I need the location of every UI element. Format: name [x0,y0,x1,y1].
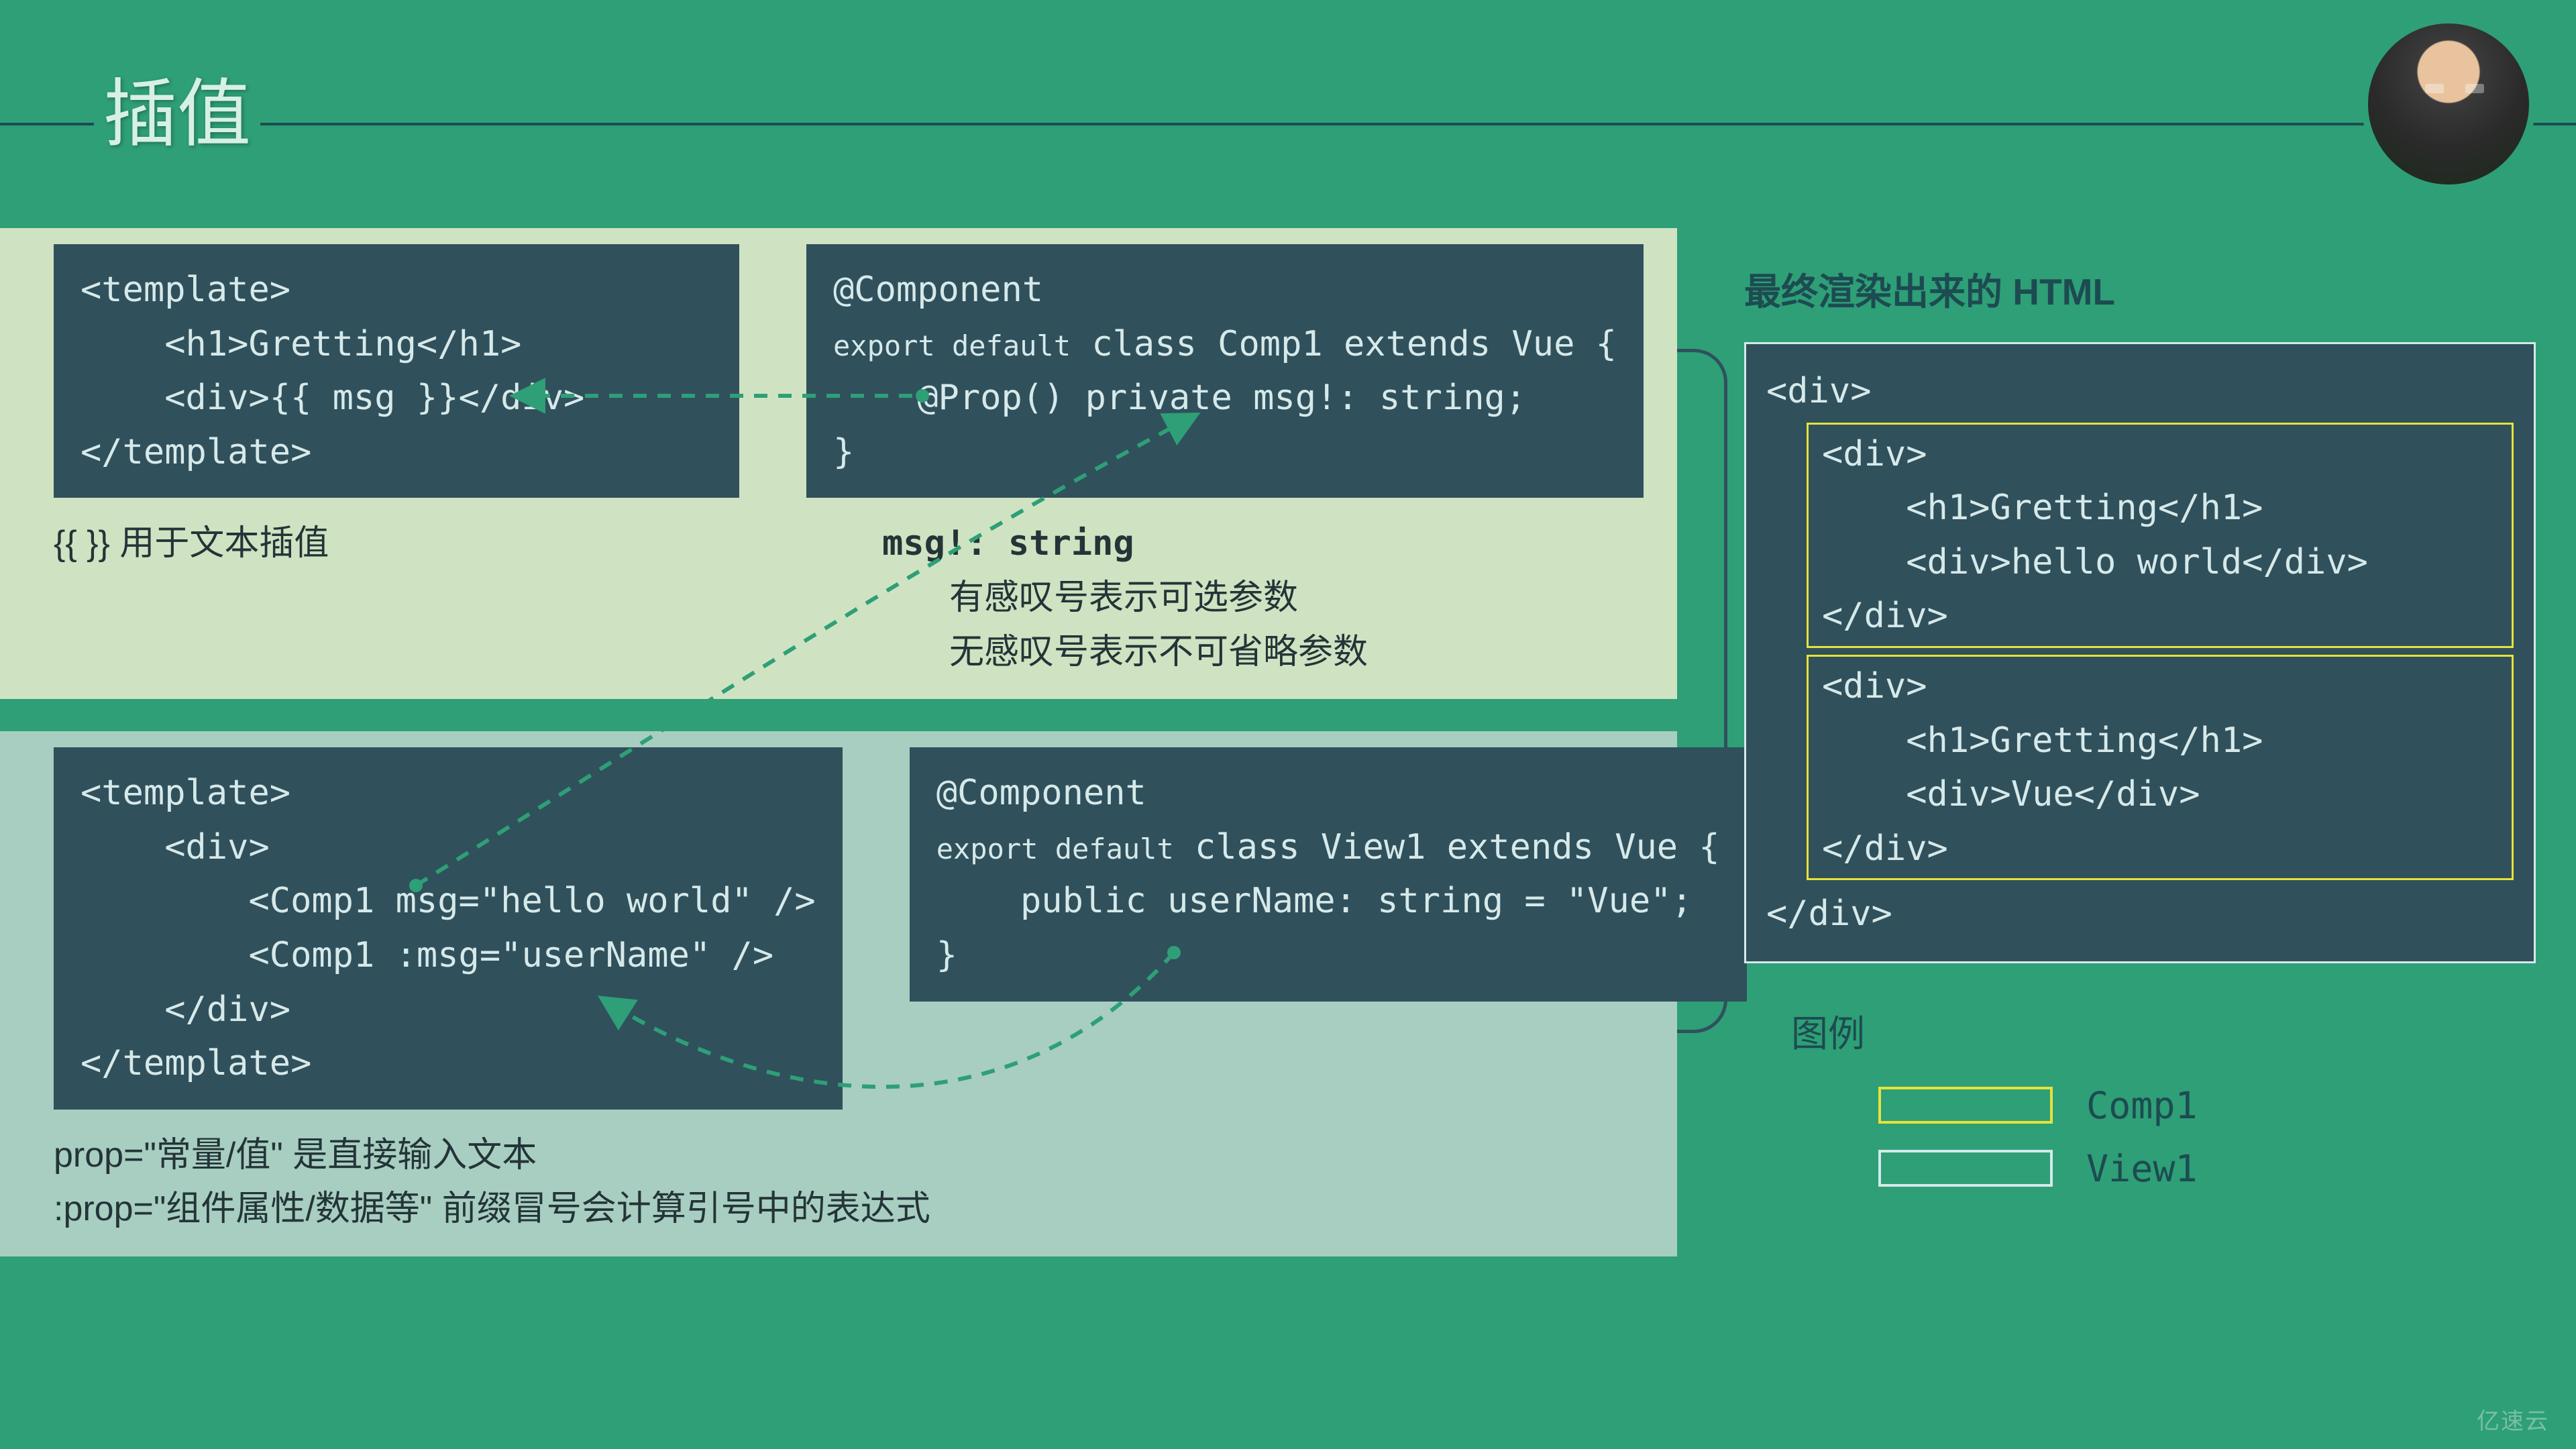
title-bar: 插值 [0,54,2576,161]
left-column: <template> <h1>Gretting</h1> <div>{{ msg… [0,228,1677,1256]
code-line: <h1>Gretting</h1> [1822,488,2263,528]
legend-heading: 图例 [1791,1004,2536,1057]
code-row-top: <template> <h1>Gretting</h1> <div>{{ msg… [54,244,1644,498]
legend-swatch-view1 [1878,1150,2053,1187]
code-line: export default [936,833,1174,865]
comp1-output-1: <div> <h1>Gretting</h1> <div>hello world… [1807,423,2514,648]
code-line: public userName: string = "Vue"; [936,881,1693,921]
legend-label-view1: View1 [2086,1147,2198,1190]
slide-title: 插值 [94,54,260,161]
code-line: <div> [1822,434,1927,474]
caption-mustache: {{ }} 用于文本插值 [54,517,815,571]
code-line: } [833,432,854,472]
right-column: 最终渲染出来的 HTML <div> <div> <h1>Gretting</h… [1744,228,2536,1210]
code-line: </div> [1822,828,1948,869]
code-line: <h1>Gretting</h1> [1822,720,2263,761]
title-rule-left [0,123,94,125]
panel-props: <template> <div> <Comp1 msg="hello world… [0,731,1677,1256]
legend-row-view1: View1 [1878,1147,2536,1190]
code-line: </div> [1766,894,1892,934]
panel-interpolation: <template> <h1>Gretting</h1> <div>{{ msg… [0,228,1677,699]
code-line: <div> [1822,666,1927,706]
caption-props: prop="常量/值" 是直接输入文本 :prop="组件属性/数据等" 前缀冒… [54,1128,1644,1236]
code-line: <div> [1766,371,1872,411]
comp1-output-2: <div> <h1>Gretting</h1> <div>Vue</div> <… [1807,655,2514,880]
code-line: } [936,935,957,975]
code-line: @Component [833,270,1043,310]
output-heading: 最终渲染出来的 HTML [1744,262,2536,315]
code-line: @Component [936,773,1146,813]
brace-icon [1677,349,1727,1033]
code-line: <div>Vue</div> [1822,774,2200,814]
legend-swatch-comp1 [1878,1087,2053,1124]
caption-row-top: {{ }} 用于文本插值 msg!: string 有感叹号表示可选参数 无感叹… [54,517,1644,679]
code-template-comp1: <template> <h1>Gretting</h1> <div>{{ msg… [54,244,739,498]
caption-text: :prop="组件属性/数据等" 前缀冒号会计算引号中的表达式 [54,1182,1644,1236]
code-class-view1: @Component export default class View1 ex… [910,747,1747,1001]
code-row-bot: <template> <div> <Comp1 msg="hello world… [54,747,1644,1110]
code-line: </div> [1822,596,1948,636]
code-line: @Prop() private msg!: string; [833,378,1526,418]
caption-text: 无感叹号表示不可省略参数 [882,625,1644,680]
caption-msg-bang: msg!: string 有感叹号表示可选参数 无感叹号表示不可省略参数 [882,517,1644,679]
presenter-avatar [2361,17,2536,191]
code-line: class Comp1 extends Vue { [1071,324,1617,364]
caption-text: 有感叹号表示可选参数 [882,571,1644,625]
code-line: class View1 extends Vue { [1174,827,1720,867]
code-line: <div>hello world</div> [1822,542,2368,582]
title-rule-right [260,123,2576,125]
code-template-view1: <template> <div> <Comp1 msg="hello world… [54,747,843,1110]
code-class-comp1: @Component export default class Comp1 ex… [806,244,1644,498]
caption-text: prop="常量/值" 是直接输入文本 [54,1128,1644,1183]
legend-label-comp1: Comp1 [2086,1084,2198,1127]
legend-row-comp1: Comp1 [1878,1084,2536,1127]
rendered-html-box: <div> <div> <h1>Gretting</h1> <div>hello… [1744,342,2536,963]
caption-code: msg!: string [882,517,1644,571]
code-line: export default [833,329,1071,362]
watermark: 亿速云 [2477,1403,2549,1436]
